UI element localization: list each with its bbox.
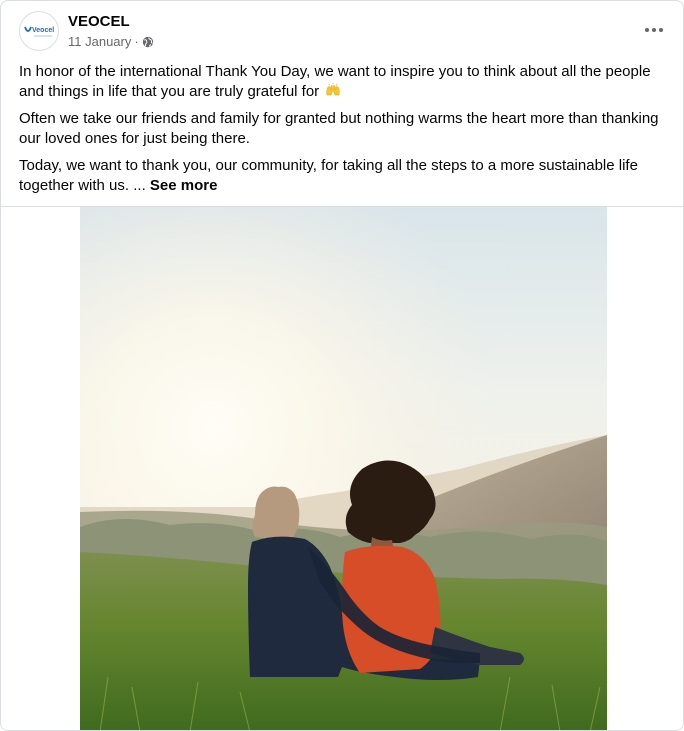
page-avatar[interactable]: Veocel	[19, 11, 59, 51]
veocel-logo: Veocel	[24, 26, 54, 37]
couple-on-hill-photo	[80, 207, 607, 730]
paragraph-text: Today, we want to thank you, our communi…	[19, 157, 638, 194]
more-horizontal-icon	[645, 28, 663, 32]
post-media	[1, 207, 683, 730]
see-more-link[interactable]: See more	[150, 177, 218, 194]
post-header: Veocel VEOCEL 11 January ·	[1, 1, 683, 57]
post-meta: 11 January ·	[68, 34, 154, 49]
post-photo[interactable]	[80, 207, 607, 730]
logo-text: Veocel	[32, 27, 54, 34]
meta-separator: ·	[134, 34, 139, 49]
post-date[interactable]: 11 January	[68, 34, 131, 49]
raising-hands-emoji	[326, 83, 340, 96]
post-paragraph: In honor of the international Thank You …	[19, 62, 669, 102]
post-text: In honor of the international Thank You …	[19, 62, 669, 203]
post-paragraph: Often we take our friends and family for…	[19, 110, 659, 147]
post-paragraph: Today, we want to thank you, our communi…	[19, 156, 669, 196]
page-name[interactable]: VEOCEL	[68, 13, 130, 30]
post-options-button[interactable]	[641, 17, 667, 43]
globe-icon[interactable]	[142, 36, 154, 48]
post-card: Veocel VEOCEL 11 January · In honor of t…	[0, 0, 684, 731]
